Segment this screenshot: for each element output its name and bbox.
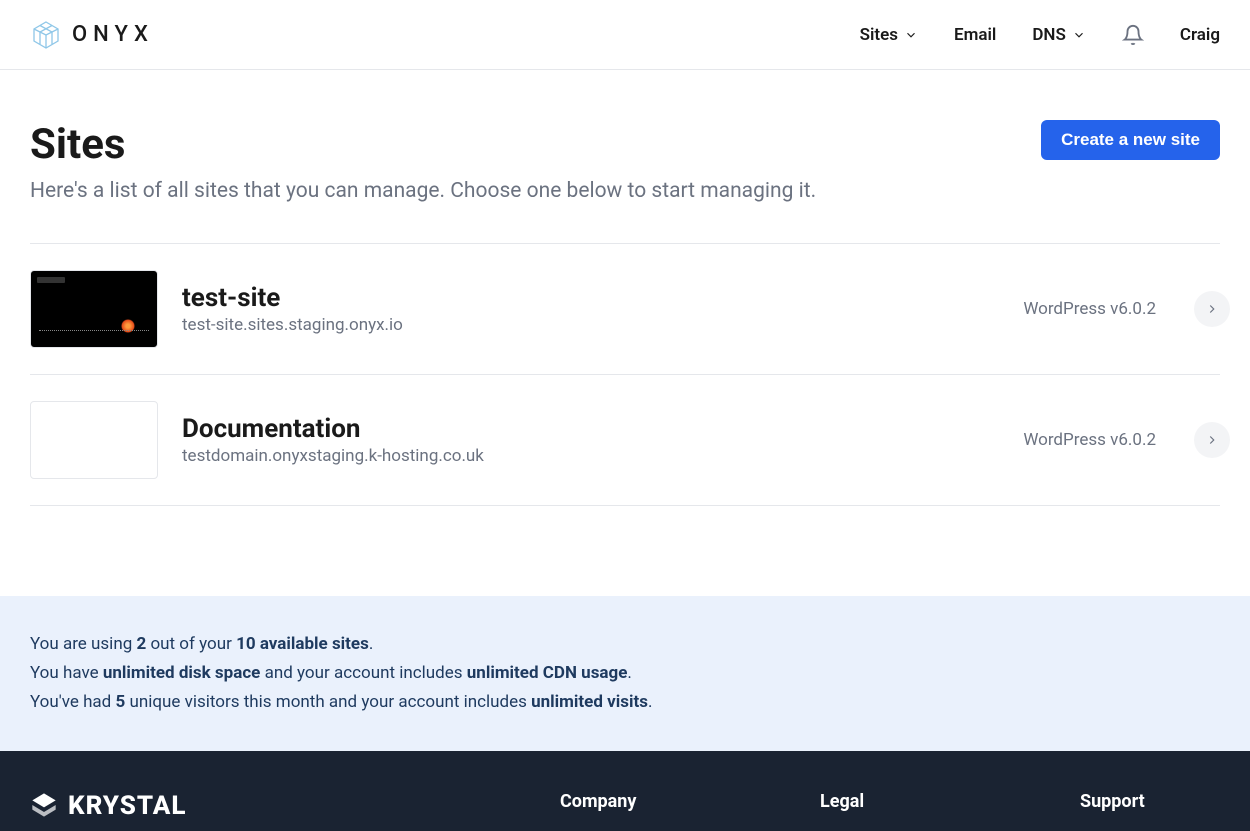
site-name: Documentation [182,414,999,444]
usage-line-2: You have unlimited disk space and your a… [30,659,1220,688]
site-info: Documentation testdomain.onyxstaging.k-h… [182,414,999,466]
footer-brand: KRYSTAL [30,791,440,821]
site-meta: WordPress v6.0.2 [1023,299,1156,319]
bell-icon [1122,24,1144,46]
footer-col-legal: Legal [820,791,960,821]
footer-logo-text: KRYSTAL [68,791,186,821]
usage-line-1: You are using 2 out of your 10 available… [30,630,1220,659]
site-meta: WordPress v6.0.2 [1023,430,1156,450]
chevron-right-icon [1205,433,1219,447]
nav-sites-label: Sites [860,25,898,45]
footer-logo-icon [30,791,58,819]
usage-line-3: You've had 5 unique visitors this month … [30,688,1220,717]
site-name: test-site [182,283,999,313]
nav-email[interactable]: Email [954,25,996,45]
chevron-down-icon [904,28,918,42]
site-row[interactable]: test-site test-site.sites.staging.onyx.i… [30,244,1220,375]
site-domain: test-site.sites.staging.onyx.io [182,315,999,335]
site-info: test-site test-site.sites.staging.onyx.i… [182,283,999,335]
nav-email-label: Email [954,25,996,45]
create-site-button[interactable]: Create a new site [1041,120,1220,160]
footer: KRYSTAL Company Legal Support [0,751,1250,831]
footer-col-support: Support [1080,791,1220,821]
site-row[interactable]: Documentation testdomain.onyxstaging.k-h… [30,375,1220,506]
site-list: test-site test-site.sites.staging.onyx.i… [30,243,1220,506]
footer-col-company: Company [560,791,700,821]
notifications-button[interactable] [1122,24,1144,46]
nav-user[interactable]: Craig [1180,25,1220,45]
site-thumbnail [30,270,158,348]
nav-sites[interactable]: Sites [860,25,918,45]
logo-text: ONYX [72,22,154,47]
header: ONYX Sites Email DNS Craig [0,0,1250,70]
footer-heading: Company [560,791,700,812]
site-domain: testdomain.onyxstaging.k-hosting.co.uk [182,446,999,466]
page-subtitle: Here's a list of all sites that you can … [30,179,1220,203]
logo-icon [30,19,62,51]
nav-user-label: Craig [1180,25,1220,45]
chevron-down-icon [1072,28,1086,42]
footer-heading: Legal [820,791,960,812]
nav-dns-label: DNS [1032,25,1065,45]
logo[interactable]: ONYX [30,19,154,51]
usage-banner: You are using 2 out of your 10 available… [0,596,1250,751]
main-content: Sites Create a new site Here's a list of… [0,70,1250,506]
site-open-button[interactable] [1194,291,1230,327]
page-title: Sites [30,120,125,169]
footer-heading: Support [1080,791,1220,812]
nav-dns[interactable]: DNS [1032,25,1085,45]
page-head: Sites Create a new site [30,120,1220,169]
top-nav: Sites Email DNS Craig [860,24,1220,46]
site-open-button[interactable] [1194,422,1230,458]
chevron-right-icon [1205,302,1219,316]
site-thumbnail [30,401,158,479]
